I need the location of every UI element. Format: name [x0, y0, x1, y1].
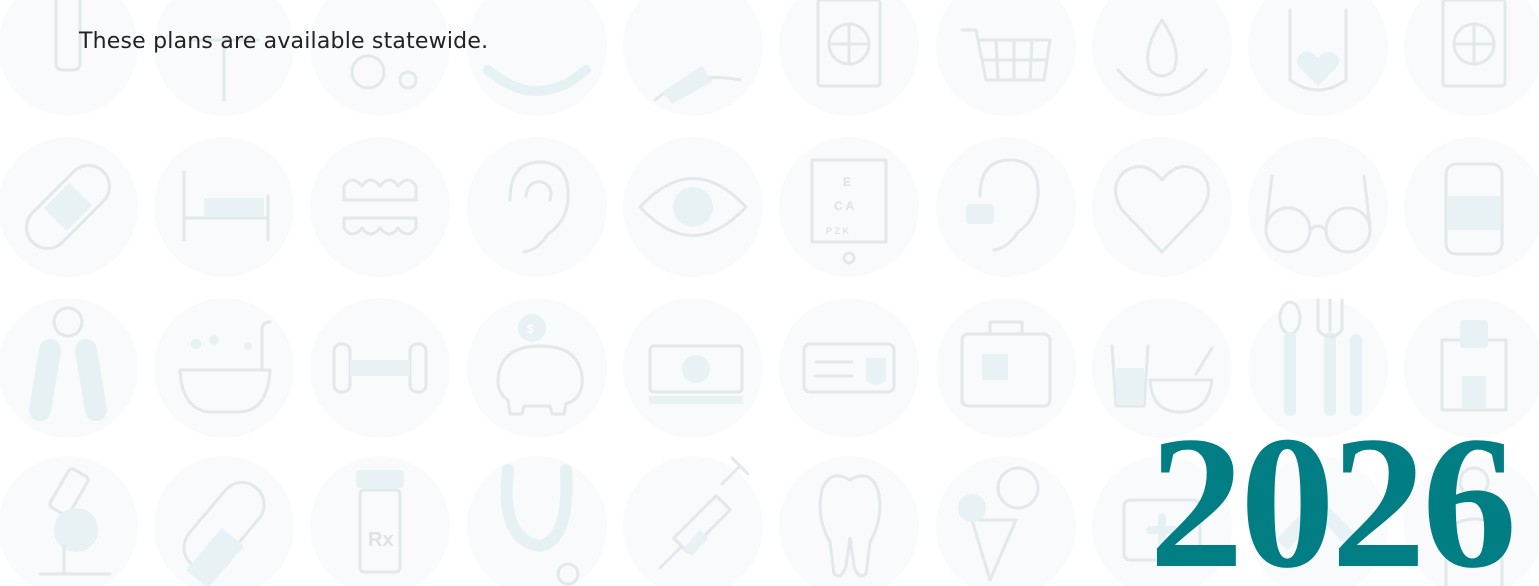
shopping-cart-icon [936, 0, 1076, 116]
first-aid-kit-icon [936, 298, 1076, 438]
syringe-icon [623, 456, 763, 586]
zero-dollar-bill-icon [623, 298, 763, 438]
ear-icon [467, 137, 607, 277]
helping-hand-icon [623, 0, 763, 116]
passport-icon [1404, 0, 1539, 116]
tube-icon [0, 0, 138, 116]
plans-banner: E C A P Z K $ Rx These plans are availab… [0, 0, 1539, 586]
eye-icon [623, 137, 763, 277]
hand-grip-icon [0, 298, 138, 438]
rx-bottle-icon: Rx [310, 456, 450, 586]
scale-icon [467, 0, 607, 116]
piggy-bank-icon: $ [467, 298, 607, 438]
cane-icon [154, 0, 294, 116]
eye-chart-icon: E C A P Z K [779, 137, 919, 277]
svg-text:E: E [843, 175, 851, 189]
passport-icon [779, 0, 919, 116]
pill-icon [154, 456, 294, 586]
hospital-bed-icon [154, 137, 294, 277]
svg-text:Rx: Rx [368, 529, 394, 551]
microscope-icon [0, 456, 138, 586]
heart-hand-icon [1248, 0, 1388, 116]
availability-caption: These plans are available statewide. [79, 29, 489, 54]
svg-text:$: $ [527, 322, 534, 336]
dumbbell-icon [310, 298, 450, 438]
stethoscope-icon [310, 0, 450, 116]
plan-year: 2026 [1149, 398, 1517, 586]
healthy-food-icon [936, 456, 1076, 586]
hearing-aid-icon [936, 137, 1076, 277]
stethoscope-icon [467, 456, 607, 586]
dentures-icon [310, 137, 450, 277]
eyeglasses-icon [1248, 137, 1388, 277]
svg-text:P Z K: P Z K [826, 226, 849, 236]
bandage-icon [0, 137, 138, 277]
heart-icon [1092, 137, 1232, 277]
supplement-jar-icon [1404, 137, 1539, 277]
svg-text:C A: C A [834, 199, 855, 213]
tooth-icon [779, 456, 919, 586]
water-drop-icon [1092, 0, 1232, 116]
id-card-icon [779, 298, 919, 438]
bathtub-icon [154, 298, 294, 438]
